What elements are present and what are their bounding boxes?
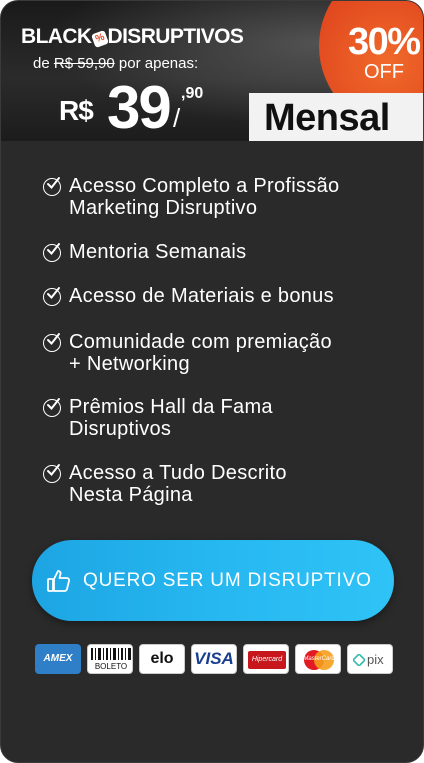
pricing-card: BLACK% DISRUPTIVOS de R$ 59,90 por apenas… — [0, 0, 424, 763]
old-price-line: de R$ 59,90 por apenas: — [33, 55, 198, 72]
feature-text: Mentoria Semanais — [69, 241, 247, 263]
feature-text: Prêmios Hall da Fama Disruptivos — [69, 396, 273, 440]
boleto-logo: BOLETO — [87, 644, 133, 674]
price-cents: ,90 — [181, 85, 204, 102]
check-circle-icon — [43, 243, 61, 262]
visa-logo: VISA — [191, 644, 237, 674]
pricing-header: BLACK% DISRUPTIVOS de R$ 59,90 por apenas… — [1, 1, 423, 141]
plan-label: Mensal — [249, 93, 423, 141]
old-price: R$ 59,90 — [53, 55, 115, 72]
brand-name-left: BLACK — [21, 25, 92, 48]
brand-name-right: DISRUPTIVOS — [107, 25, 244, 48]
feature-text: Acesso a Tudo Descrito Nesta Página — [69, 462, 287, 506]
check-circle-icon — [43, 287, 61, 306]
subscribe-button[interactable]: QUERO SER UM DISRUPTIVO — [32, 540, 394, 621]
subscribe-button-label: QUERO SER UM DISRUPTIVO — [83, 570, 372, 591]
discount-percent: 30% — [348, 21, 421, 63]
hipercard-logo: Hipercard — [243, 644, 289, 674]
check-circle-icon — [43, 177, 61, 196]
check-circle-icon — [43, 398, 61, 417]
feature-text: Acesso de Materiais e bonus — [69, 285, 334, 307]
check-circle-icon — [43, 464, 61, 483]
amex-logo: AMEX — [35, 644, 81, 674]
elo-logo: elo — [139, 644, 185, 674]
price-slash: / — [173, 103, 181, 133]
price-integer: 39 — [107, 74, 172, 141]
price-tag-icon: % — [90, 30, 109, 48]
price-currency: R$ — [59, 95, 94, 126]
mastercard-logo: MasterCard — [295, 644, 341, 674]
thumbs-up-icon — [46, 568, 72, 599]
check-circle-icon — [43, 333, 61, 352]
old-price-suffix: por apenas: — [114, 55, 199, 72]
pix-logo: pix — [347, 644, 393, 674]
old-price-prefix: de — [33, 55, 54, 72]
brand-logo: BLACK% DISRUPTIVOS — [21, 25, 244, 49]
feature-text: Acesso Completo a Profissão Marketing Dis… — [69, 175, 340, 219]
discount-off-label: OFF — [364, 61, 404, 83]
feature-text: Comunidade com premiação + Networking — [69, 331, 332, 375]
